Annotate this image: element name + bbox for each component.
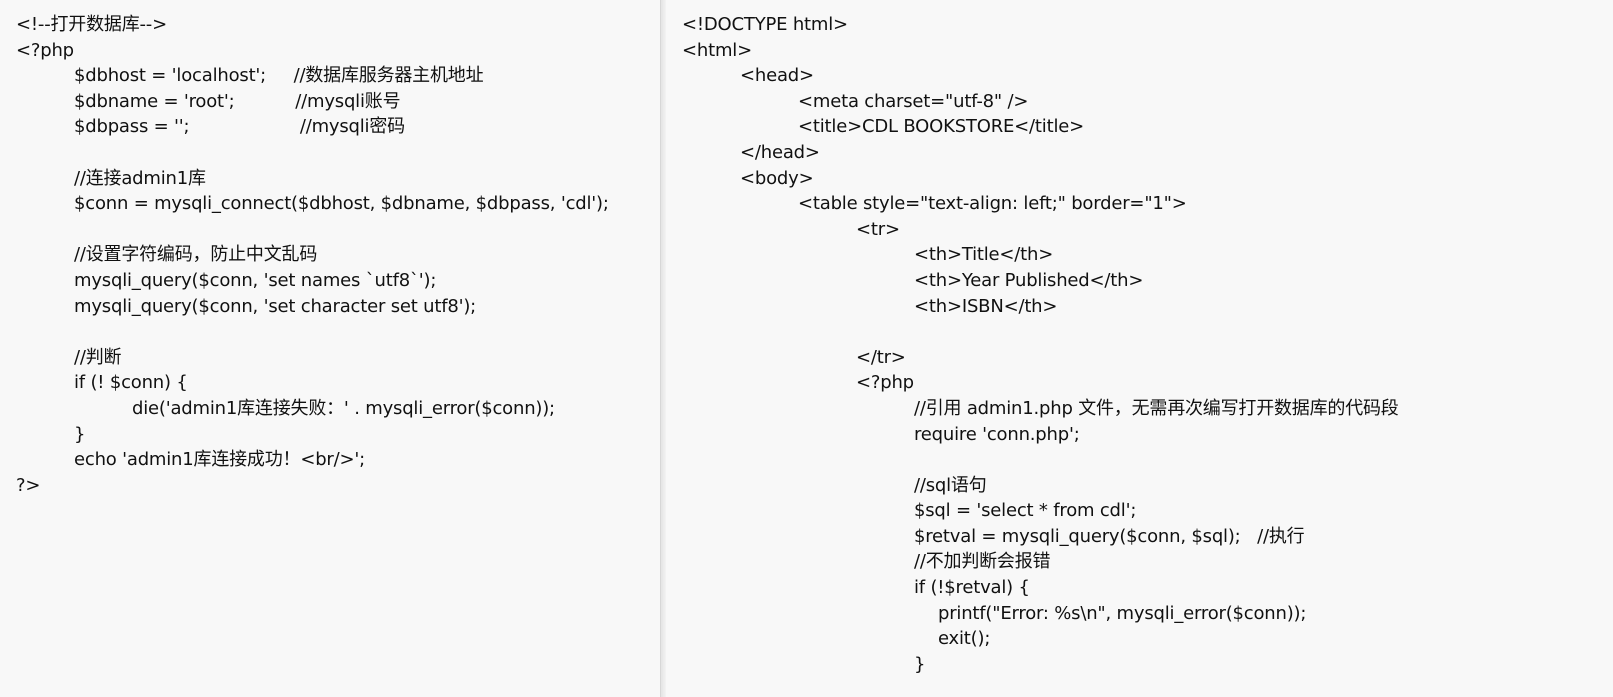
code-line: <table style="text-align: left;" border=… bbox=[798, 193, 1187, 215]
code-line: <th>Title</th> bbox=[914, 244, 1054, 266]
code-line: } bbox=[914, 653, 926, 675]
code-line: $dbname = 'root'; //mysqli账号 bbox=[74, 90, 401, 112]
code-line: <!--打开数据库--> bbox=[16, 14, 167, 35]
code-line: <html> bbox=[682, 39, 752, 61]
code-line: <body> bbox=[740, 167, 814, 189]
code-line: <tr> bbox=[856, 218, 900, 240]
code-line: <th>Year Published</th> bbox=[914, 269, 1144, 291]
left-editor-pane[interactable]: <!--打开数据库--> <?php $dbhost = 'localhost'… bbox=[0, 0, 660, 697]
code-line: //sql语句 bbox=[914, 474, 987, 496]
code-line: //设置字符编码，防止中文乱码 bbox=[74, 244, 318, 266]
code-line: echo 'admin1库连接成功！<br/>'; bbox=[74, 449, 365, 471]
code-line: exit(); bbox=[938, 628, 991, 650]
right-editor-pane[interactable]: <!DOCTYPE html> <html> <head> <meta char… bbox=[666, 0, 1613, 697]
code-line: <?php bbox=[16, 39, 74, 61]
code-line: <head> bbox=[740, 65, 814, 87]
code-line: //不加判断会报错 bbox=[914, 551, 1051, 573]
code-line: printf("Error: %s\n", mysqli_error($conn… bbox=[938, 602, 1307, 624]
code-line: <title>CDL BOOKSTORE</title> bbox=[798, 116, 1084, 138]
code-line: <th>ISBN</th> bbox=[914, 295, 1058, 317]
code-line: //判断 bbox=[74, 346, 122, 368]
code-line: //连接admin1库 bbox=[74, 167, 206, 189]
code-line: $conn = mysqli_connect($dbhost, $dbname,… bbox=[74, 193, 609, 215]
code-line: <meta charset="utf-8" /> bbox=[798, 90, 1029, 112]
code-line: $sql = 'select * from cdl'; bbox=[914, 500, 1137, 522]
code-line: die('admin1库连接失败：' . mysqli_error($conn)… bbox=[132, 397, 555, 419]
code-line: mysqli_query($conn, 'set names `utf8`'); bbox=[74, 269, 437, 291]
right-code-block[interactable]: <!DOCTYPE html> <html> <head> <meta char… bbox=[682, 12, 1399, 677]
code-line: </tr> bbox=[856, 346, 906, 368]
code-line: <!DOCTYPE html> bbox=[682, 14, 848, 35]
code-line: if (! $conn) { bbox=[74, 372, 188, 394]
code-line: $retval = mysqli_query($conn, $sql); //执… bbox=[914, 525, 1305, 547]
code-line: <?php bbox=[856, 372, 914, 394]
code-line: } bbox=[74, 423, 86, 445]
code-line: </head> bbox=[740, 141, 820, 163]
code-line: ?> bbox=[16, 474, 41, 496]
left-code-block[interactable]: <!--打开数据库--> <?php $dbhost = 'localhost'… bbox=[16, 12, 609, 498]
code-line: $dbhost = 'localhost'; //数据库服务器主机地址 bbox=[74, 65, 484, 87]
code-line: $dbpass = ''; //mysqli密码 bbox=[74, 116, 405, 138]
code-line: //引用 admin1.php 文件，无需再次编写打开数据库的代码段 bbox=[914, 397, 1399, 419]
code-line: require 'conn.php'; bbox=[914, 423, 1080, 445]
code-line: mysqli_query($conn, 'set character set u… bbox=[74, 295, 477, 317]
code-line: if (!$retval) { bbox=[914, 577, 1030, 599]
